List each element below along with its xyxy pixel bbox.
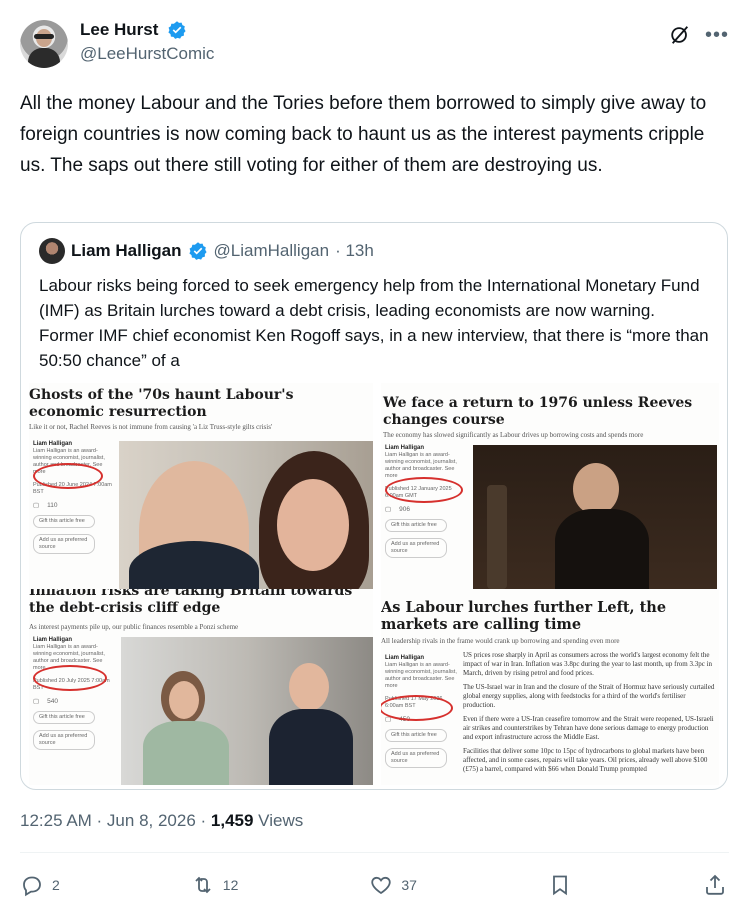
like-count: 37	[401, 877, 417, 893]
article-comment-count: ▢ 906	[385, 506, 411, 513]
share-button[interactable]	[703, 873, 727, 897]
tweet-timestamp[interactable]: 12:25 AM · Jun 8, 2026 · 1,459 Views	[20, 811, 303, 831]
article-photo	[121, 637, 373, 785]
comment-icon: ▢	[33, 698, 40, 705]
article-author: Liam Halligan	[33, 441, 73, 447]
article-paragraph: Facilities that deliver some 10pc to 15p…	[463, 747, 708, 773]
gift-article-label: Gift this article free	[33, 515, 95, 528]
article-headline: We face a return to 1976 unless Reeves c…	[383, 395, 693, 428]
heart-icon	[371, 876, 392, 895]
article-author-bio: Liam Halligan is an award-winning econom…	[385, 452, 457, 479]
gift-article-label: Gift this article free	[33, 711, 95, 724]
preferred-source-label: Add us as preferred source	[33, 534, 95, 554]
views-count: 1,459	[210, 811, 254, 830]
article-panel-2: We face a return to 1976 unless Reeves c…	[381, 383, 719, 589]
more-options-icon[interactable]: •••	[705, 25, 729, 45]
bookmark-button[interactable]	[548, 873, 572, 897]
quoted-author-name: Liam Halligan	[71, 241, 182, 260]
divider	[20, 852, 729, 853]
article-panel-3: Inflation risks are taking Britain towar…	[29, 589, 373, 785]
preferred-source-label: Add us as preferred source	[385, 538, 447, 558]
repost-button[interactable]: 12	[191, 873, 239, 897]
quoted-tweet-header: Liam Halligan @LiamHalligan · 13h	[39, 238, 374, 264]
quoted-tweet-age: · 13h	[335, 241, 374, 260]
quoted-tweet-text: Labour risks being forced to seek emerge…	[39, 276, 709, 370]
quoted-tweet-card[interactable]: Liam Halligan @LiamHalligan · 13h Labour…	[20, 222, 728, 790]
repost-icon	[195, 876, 211, 894]
tweet-action-bar: 2 12 37	[20, 872, 727, 898]
comment-icon: ▢	[33, 502, 40, 509]
article-subheading: All leadership rivals in the frame would…	[381, 637, 620, 645]
article-meta: Liam Halligan Liam Halligan is an award-…	[33, 637, 113, 750]
article-author: Liam Halligan	[385, 445, 425, 451]
verified-badge-icon	[168, 21, 186, 39]
article-subheading: The economy has slowed significantly as …	[383, 431, 644, 439]
article-author: Liam Halligan	[385, 655, 425, 661]
tweet-header: Lee Hurst @LeeHurstComic •••	[20, 14, 729, 74]
grok-icon[interactable]	[669, 24, 691, 46]
author-display-name[interactable]: Lee Hurst	[80, 20, 158, 40]
reply-icon	[23, 876, 41, 897]
article-author-bio: Liam Halligan is an award-winning econom…	[385, 662, 457, 689]
article-comment-count: ▢ 540	[33, 698, 59, 705]
bookmark-icon	[553, 875, 567, 896]
article-collage-image[interactable]: Ghosts of the '70s haunt Labour's econom…	[29, 383, 719, 785]
article-headline: As Labour lurches further Left, the mark…	[381, 599, 667, 633]
red-annotation-circle	[385, 477, 463, 503]
red-annotation-circle	[381, 695, 453, 721]
article-paragraph: Even if there were a US-Iran ceasefire t…	[463, 715, 714, 741]
like-button[interactable]: 37	[369, 873, 417, 897]
preferred-source-label: Add us as preferred source	[385, 748, 447, 768]
reply-count: 2	[52, 877, 60, 893]
red-annotation-circle	[33, 665, 107, 691]
article-photo	[119, 441, 373, 589]
preferred-source-label: Add us as preferred source	[33, 730, 95, 750]
article-panel-4: As Labour lurches further Left, the mark…	[381, 589, 719, 785]
verified-badge-icon	[188, 242, 207, 260]
article-paragraph: The US-Israel war in Iran and the closur…	[463, 683, 715, 709]
red-annotation-circle	[33, 463, 103, 489]
author-name-block[interactable]: Lee Hurst @LeeHurstComic	[80, 20, 214, 64]
article-subheading: Like it or not, Rachel Reeves is not imm…	[29, 423, 273, 431]
tweet-time[interactable]: 12:25 AM · Jun 8, 2026 ·	[20, 811, 211, 830]
article-comment-count: ▢ 110	[33, 502, 58, 509]
article-meta: Liam Halligan Liam Halligan is an award-…	[33, 441, 113, 554]
article-headline: Ghosts of the '70s haunt Labour's econom…	[29, 387, 294, 420]
article-headline: Inflation risks are taking Britain towar…	[29, 589, 353, 616]
article-photo	[473, 445, 717, 589]
article-paragraph: US prices rose sharply in April as consu…	[463, 651, 713, 677]
article-author: Liam Halligan	[33, 637, 73, 643]
share-icon	[706, 874, 724, 895]
author-handle[interactable]: @LeeHurstComic	[80, 44, 214, 64]
article-body: US prices rose sharply in April as consu…	[463, 651, 715, 774]
comment-icon: ▢	[385, 506, 392, 513]
quoted-author-avatar	[39, 238, 65, 264]
author-avatar[interactable]	[20, 20, 68, 68]
gift-article-label: Gift this article free	[385, 519, 447, 532]
quoted-author-handle: @LiamHalligan	[213, 241, 330, 260]
article-subheading: As interest payments pile up, our public…	[29, 623, 239, 631]
reply-button[interactable]: 2	[20, 873, 60, 897]
repost-count: 12	[222, 877, 239, 893]
tweet-text: All the money Labour and the Tories befo…	[20, 93, 707, 176]
article-panel-1: Ghosts of the '70s haunt Labour's econom…	[29, 383, 373, 589]
gift-article-label: Gift this article free	[385, 729, 447, 742]
views-label: Views	[253, 811, 304, 830]
